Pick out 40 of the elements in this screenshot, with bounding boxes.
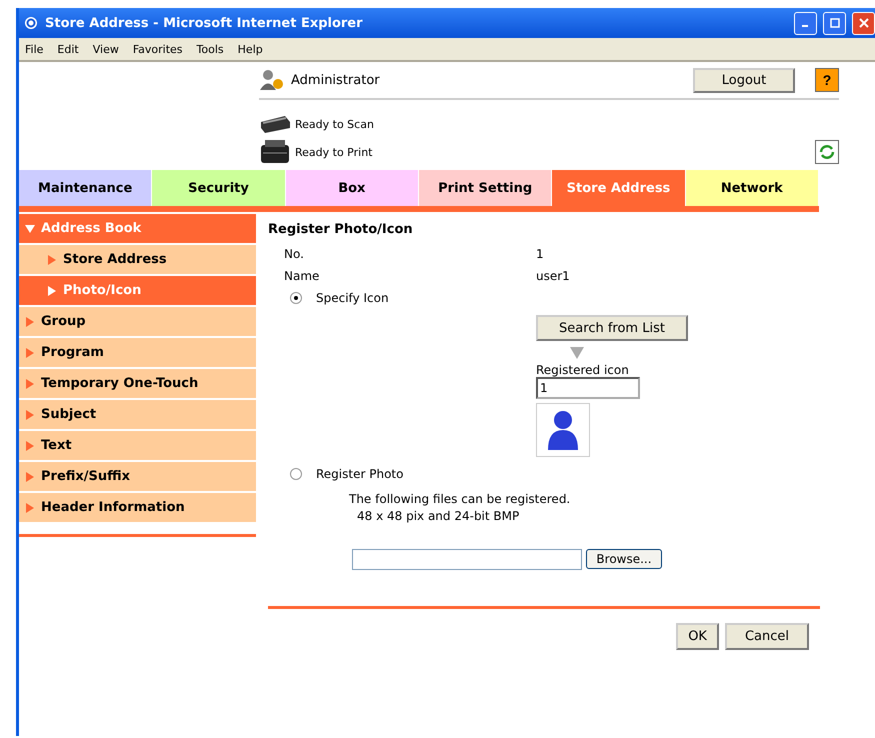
form-button[interactable]: OK — [676, 623, 719, 650]
radio-label: Specify Icon — [316, 291, 389, 305]
form-button[interactable]: Cancel — [724, 623, 809, 650]
sidebar-item[interactable]: Group — [19, 307, 256, 336]
menu-item[interactable]: Tools — [196, 42, 224, 56]
field-value: 1 — [536, 247, 544, 261]
help-button[interactable]: ? — [815, 68, 839, 92]
radio-label: Register Photo — [316, 467, 404, 481]
sidebar-item[interactable]: Header Information — [19, 493, 256, 522]
menu-item[interactable]: Help — [238, 42, 263, 56]
search-from-list-button[interactable]: Search from List — [536, 315, 688, 341]
tab[interactable]: Box — [286, 170, 419, 206]
status-text: Ready to Print — [295, 146, 372, 158]
status-text: Ready to Scan — [295, 118, 374, 130]
user-name: Administrator — [291, 72, 380, 88]
tab[interactable]: Security — [152, 170, 286, 206]
menu-item[interactable]: File — [25, 42, 44, 56]
menu-item[interactable]: View — [92, 42, 119, 56]
sidebar-item[interactable]: Program — [19, 338, 256, 367]
registered-icon-field[interactable]: 1 — [536, 377, 640, 399]
tab[interactable]: Print Setting — [418, 170, 552, 206]
tab[interactable]: Network — [686, 170, 819, 206]
field-label: Name — [284, 269, 320, 283]
menu-item[interactable]: Favorites — [132, 42, 183, 56]
sidebar-item[interactable]: Temporary One-Touch — [19, 369, 256, 398]
sidebar-item[interactable]: Subject — [19, 400, 256, 429]
registered-icon-label: Registered icon — [536, 363, 629, 377]
tab[interactable]: Maintenance — [19, 170, 152, 206]
field-value: user1 — [536, 269, 570, 283]
window-title: Store Address - Microsoft Internet Explorer — [45, 16, 364, 30]
sidebar-item[interactable]: Text — [19, 431, 256, 460]
format-text: 48 x 48 pix and 24-bit BMP — [356, 508, 520, 525]
note-text: The following files can be registered. — [349, 491, 572, 508]
browse-button[interactable]: Browse... — [586, 549, 662, 569]
logout-button[interactable]: Logout — [693, 68, 795, 92]
sidebar-item[interactable]: Store Address — [19, 245, 256, 274]
sidebar-item[interactable]: Prefix/Suffix — [19, 462, 256, 491]
menu-item[interactable]: Edit — [57, 42, 79, 56]
form-title: Register Photo/Icon — [268, 222, 414, 237]
field-label: No. — [284, 247, 305, 261]
